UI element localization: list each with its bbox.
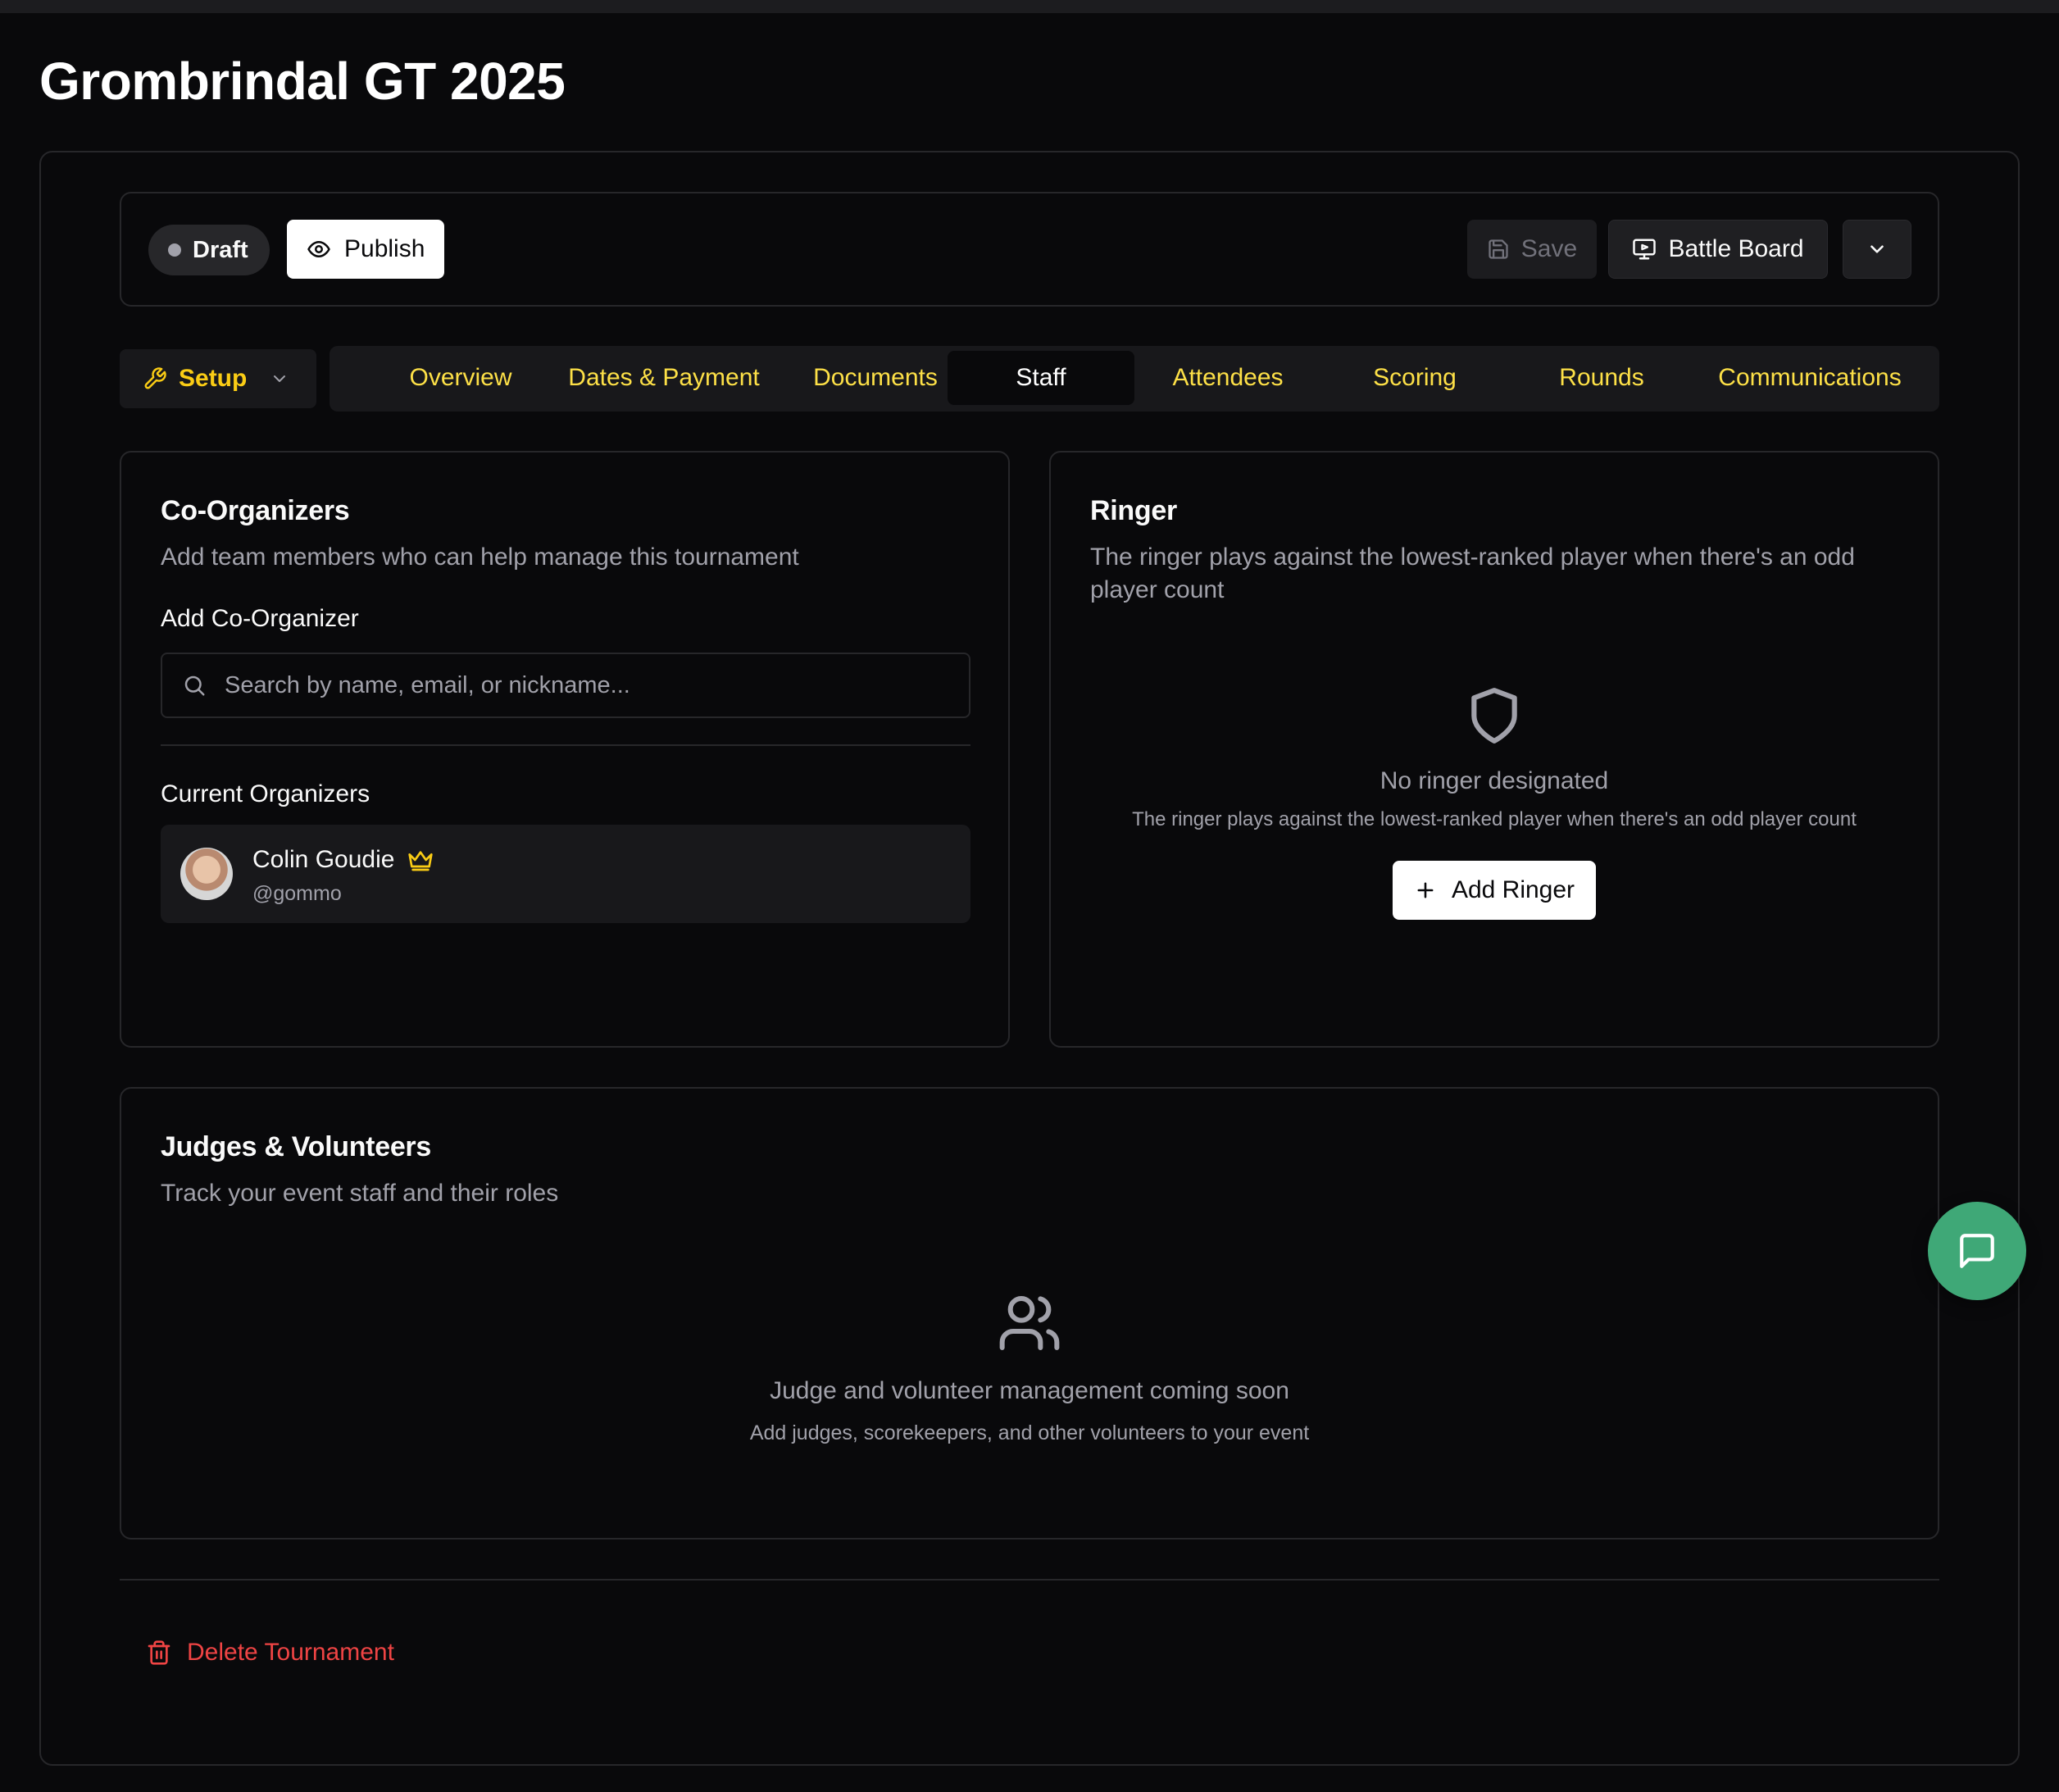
co-organizers-title: Co-Organizers [161,495,350,526]
organizer-name: Colin Goudie [252,846,395,873]
save-button-label: Save [1520,235,1578,262]
ringer-empty-title: No ringer designated [1379,767,1609,794]
eye-icon [307,241,330,257]
ringer-description: The ringer plays against the lowest-rank… [1090,544,1855,603]
search-icon [184,675,205,696]
ringer-empty-state: No ringer designated The ringer plays ag… [1051,685,1938,920]
tab-communications[interactable]: Communications [1695,351,1925,405]
window-top-strip [0,0,2059,13]
status-toolbar: Draft Publish Save Battle Board [120,192,1939,307]
chat-button[interactable] [1928,1202,2026,1300]
delete-tournament-button[interactable]: Delete Tournament [146,1635,394,1671]
search-input[interactable] [225,671,946,699]
add-co-organizer-label: Add Co-Organizer [161,605,359,632]
save-icon [1489,239,1508,259]
chevron-down-icon [274,375,286,382]
publish-button[interactable]: Publish [287,220,445,279]
status-badge-label: Draft [193,236,248,263]
chat-icon [1960,1234,1994,1268]
status-badge: Draft [148,225,270,275]
publish-button-label: Publish [344,235,425,262]
tab-rounds[interactable]: Rounds [1508,351,1695,405]
judges-empty-state: Judge and volunteer management coming so… [121,1290,1938,1445]
add-ringer-label: Add Ringer [1451,876,1575,903]
tab-scoring[interactable]: Scoring [1321,351,1508,405]
organizer-name-row: Colin Goudie [252,846,434,874]
users-icon [999,1296,1060,1350]
footer-divider [120,1579,1939,1581]
co-organizers-card: Co-Organizers Add team members who can h… [120,451,1010,1048]
section-tabs: Overview Dates & Payment Documents Staff… [330,346,1939,412]
setup-dropdown-label: Setup [179,365,248,392]
section-divider [161,744,970,746]
ringer-card: Ringer The ringer plays against the lowe… [1049,451,1939,1048]
status-dot-icon [168,243,181,257]
current-organizers-label: Current Organizers [161,780,370,807]
tab-dates-payment[interactable]: Dates & Payment [533,351,795,405]
crown-icon [408,851,434,871]
judges-empty-title: Judge and volunteer management coming so… [770,1377,1289,1404]
ringer-title: Ringer [1090,495,1177,526]
add-ringer-button[interactable]: Add Ringer [1392,861,1597,920]
page-title: Grombrindal GT 2025 [39,52,566,111]
co-organizer-search[interactable] [161,653,970,718]
shield-icon [1471,688,1517,744]
trash-icon [148,1640,170,1665]
organizer-handle: @gommo [252,882,342,905]
more-actions-button[interactable] [1843,220,1911,279]
battle-board-button[interactable]: Battle Board [1608,220,1828,279]
judges-title: Judges & Volunteers [161,1131,431,1162]
battle-board-label: Battle Board [1668,235,1804,262]
co-organizers-description: Add team members who can help manage thi… [161,544,799,571]
delete-tournament-label: Delete Tournament [187,1639,394,1666]
organizer-list-item: Colin Goudie @gommo [161,825,970,923]
plus-icon [1417,882,1434,898]
avatar [180,848,233,900]
save-button[interactable]: Save [1467,220,1597,279]
presentation-icon [1633,239,1657,260]
wrench-icon [144,367,166,389]
tab-staff[interactable]: Staff [948,351,1134,405]
chevron-down-icon [1870,245,1884,253]
tab-overview[interactable]: Overview [362,351,559,405]
judges-volunteers-card: Judges & Volunteers Track your event sta… [120,1087,1939,1540]
tab-documents[interactable]: Documents [777,351,974,405]
judges-description: Track your event staff and their roles [161,1180,559,1207]
setup-dropdown[interactable]: Setup [120,349,316,408]
judges-empty-description: Add judges, scorekeepers, and other volu… [749,1421,1310,1444]
ringer-empty-description: The ringer plays against the lowest-rank… [1132,808,1857,830]
tab-attendees[interactable]: Attendees [1134,351,1321,405]
